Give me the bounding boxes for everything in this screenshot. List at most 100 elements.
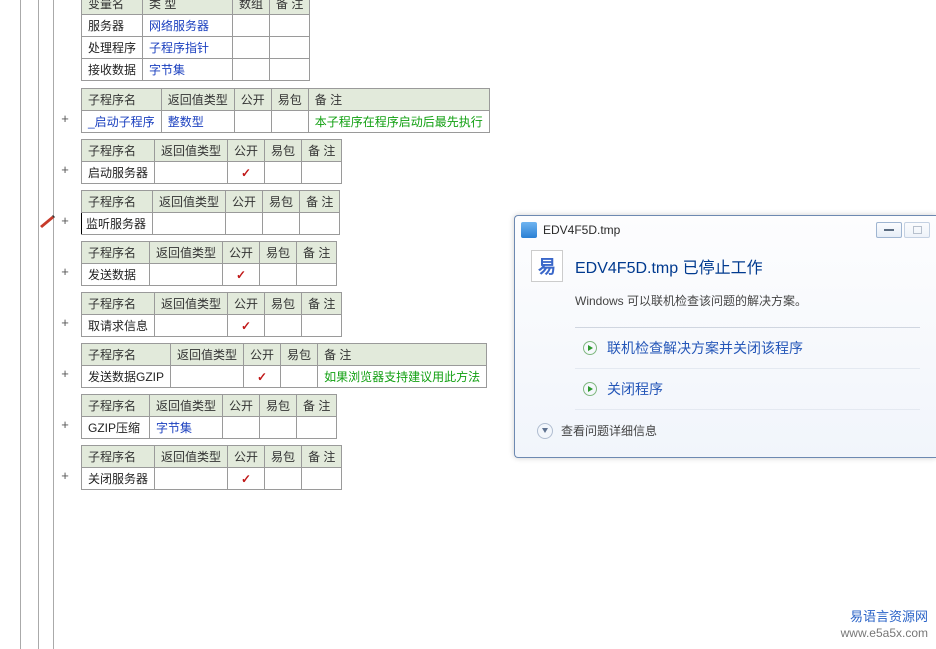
table-row[interactable]: 服务器网络服务器 (82, 15, 310, 37)
watermark-url: www.e5a5x.com (841, 625, 928, 641)
var-type: 字节集 (143, 59, 233, 81)
error-dialog: EDV4F5D.tmp 易 EDV4F5D.tmp 已停止工作 Windows … (514, 215, 936, 458)
dialog-heading: EDV4F5D.tmp 已停止工作 (575, 254, 763, 278)
subprogram-table: 子程序名返回值类型公开易包备 注监听服务器 (81, 190, 340, 235)
column-header: 返回值类型 (155, 446, 228, 468)
var-name: 服务器 (82, 15, 143, 37)
column-header: 备 注 (270, 0, 310, 15)
column-header: 公开 (234, 89, 271, 111)
dialog-subtext: Windows 可以联机检查该问题的解决方案。 (575, 292, 920, 309)
return-type (171, 366, 244, 388)
column-header: 易包 (263, 191, 300, 213)
public-flag: ✓ (228, 468, 265, 490)
column-header: 子程序名 (82, 446, 155, 468)
subprogram-table: 子程序名返回值类型公开易包备 注_启动子程序整数型本子程序在程序启动后最先执行 (81, 88, 490, 133)
table-row[interactable]: 发送数据✓ (82, 264, 337, 286)
column-header: 备 注 (308, 89, 489, 111)
expand-icon[interactable]: + (59, 469, 71, 483)
table-row[interactable]: 启动服务器✓ (82, 162, 342, 184)
view-details-toggle[interactable]: 查看问题详细信息 (531, 422, 920, 439)
column-header: 子程序名 (82, 395, 150, 417)
column-header: 子程序名 (82, 242, 150, 264)
expand-icon[interactable]: + (59, 418, 71, 432)
column-header: 返回值类型 (150, 242, 223, 264)
expand-icon[interactable]: + (59, 112, 71, 126)
column-header: 子程序名 (82, 293, 155, 315)
dialog-title: EDV4F5D.tmp (543, 223, 620, 237)
pack-flag (260, 417, 297, 439)
column-header: 备 注 (318, 344, 487, 366)
column-header: 易包 (265, 293, 302, 315)
column-header: 返回值类型 (155, 293, 228, 315)
table-row[interactable]: GZIP压缩字节集 (82, 417, 337, 439)
column-header: 变量名 (82, 0, 143, 15)
table-row[interactable]: 发送数据GZIP✓如果浏览器支持建议用此方法 (82, 366, 487, 388)
var-type: 网络服务器 (143, 15, 233, 37)
option-label: 关闭程序 (607, 379, 663, 399)
var-type: 子程序指针 (143, 37, 233, 59)
column-header: 公开 (223, 242, 260, 264)
subprogram-table: 子程序名返回值类型公开易包备 注关闭服务器✓ (81, 445, 342, 490)
table-row[interactable]: 关闭服务器✓ (82, 468, 342, 490)
var-note (270, 37, 310, 59)
sub-note (302, 162, 342, 184)
subprogram-table: 子程序名返回值类型公开易包备 注GZIP压缩字节集 (81, 394, 337, 439)
dialog-titlebar[interactable]: EDV4F5D.tmp (515, 216, 936, 244)
column-header: 子程序名 (82, 140, 155, 162)
return-type (155, 468, 228, 490)
table-row[interactable]: 处理程序子程序指针 (82, 37, 310, 59)
sub-note (297, 417, 337, 439)
pack-flag (265, 315, 302, 337)
pack-flag (265, 162, 302, 184)
column-header: 公开 (228, 446, 265, 468)
sub-name: 发送数据GZIP (82, 366, 171, 388)
column-header: 返回值类型 (150, 395, 223, 417)
sub-note (300, 213, 340, 235)
table-row[interactable]: 取请求信息✓ (82, 315, 342, 337)
pack-flag (263, 213, 300, 235)
minimize-button[interactable] (876, 222, 902, 238)
expand-icon[interactable]: + (59, 265, 71, 279)
column-header: 备 注 (297, 242, 337, 264)
column-header: 公开 (228, 293, 265, 315)
expand-icon[interactable]: + (59, 163, 71, 177)
var-name: 处理程序 (82, 37, 143, 59)
return-type (155, 162, 228, 184)
expand-icon[interactable]: + (59, 367, 71, 381)
arrow-right-icon (583, 382, 597, 396)
pack-flag (271, 111, 308, 133)
subprogram-table: 子程序名返回值类型公开易包备 注启动服务器✓ (81, 139, 342, 184)
table-row[interactable]: _启动子程序整数型本子程序在程序启动后最先执行 (82, 111, 490, 133)
sub-note (297, 264, 337, 286)
expand-icon[interactable]: + (59, 316, 71, 330)
expand-icon[interactable]: + (59, 214, 71, 228)
column-header: 公开 (228, 140, 265, 162)
column-header: 子程序名 (82, 89, 162, 111)
return-type (155, 315, 228, 337)
option-check-online[interactable]: 联机检查解决方案并关闭该程序 (575, 328, 920, 369)
chevron-down-icon (537, 423, 553, 439)
var-array (233, 59, 270, 81)
column-header: 易包 (265, 446, 302, 468)
column-header: 易包 (281, 344, 318, 366)
public-flag (226, 213, 263, 235)
column-header: 公开 (223, 395, 260, 417)
column-header: 备 注 (300, 191, 340, 213)
sub-name: _启动子程序 (82, 111, 162, 133)
column-header: 备 注 (302, 446, 342, 468)
maximize-button (904, 222, 930, 238)
public-flag: ✓ (228, 315, 265, 337)
pack-flag (281, 366, 318, 388)
subprogram-table: 子程序名返回值类型公开易包备 注取请求信息✓ (81, 292, 342, 337)
option-close-program[interactable]: 关闭程序 (575, 369, 920, 410)
sub-note: 如果浏览器支持建议用此方法 (318, 366, 487, 388)
table-row[interactable]: 接收数据字节集 (82, 59, 310, 81)
return-type (153, 213, 226, 235)
sub-name: 启动服务器 (82, 162, 155, 184)
arrow-right-icon (583, 341, 597, 355)
gutter-line (53, 0, 54, 649)
column-header: 返回值类型 (155, 140, 228, 162)
table-row[interactable]: 监听服务器 (82, 213, 340, 235)
return-type (150, 264, 223, 286)
subprogram-table: 子程序名返回值类型公开易包备 注发送数据✓ (81, 241, 337, 286)
